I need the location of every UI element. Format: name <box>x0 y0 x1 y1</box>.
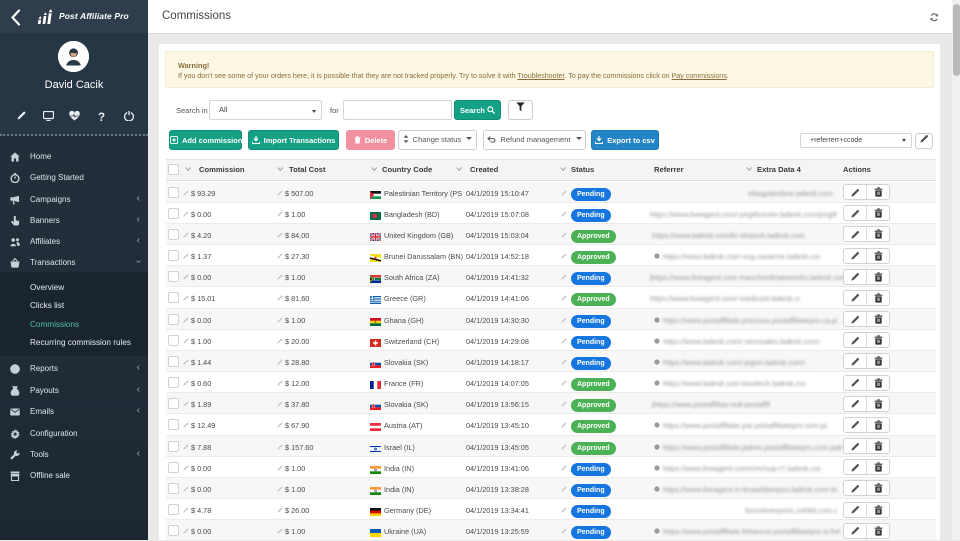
svg-text:?: ? <box>98 112 105 123</box>
